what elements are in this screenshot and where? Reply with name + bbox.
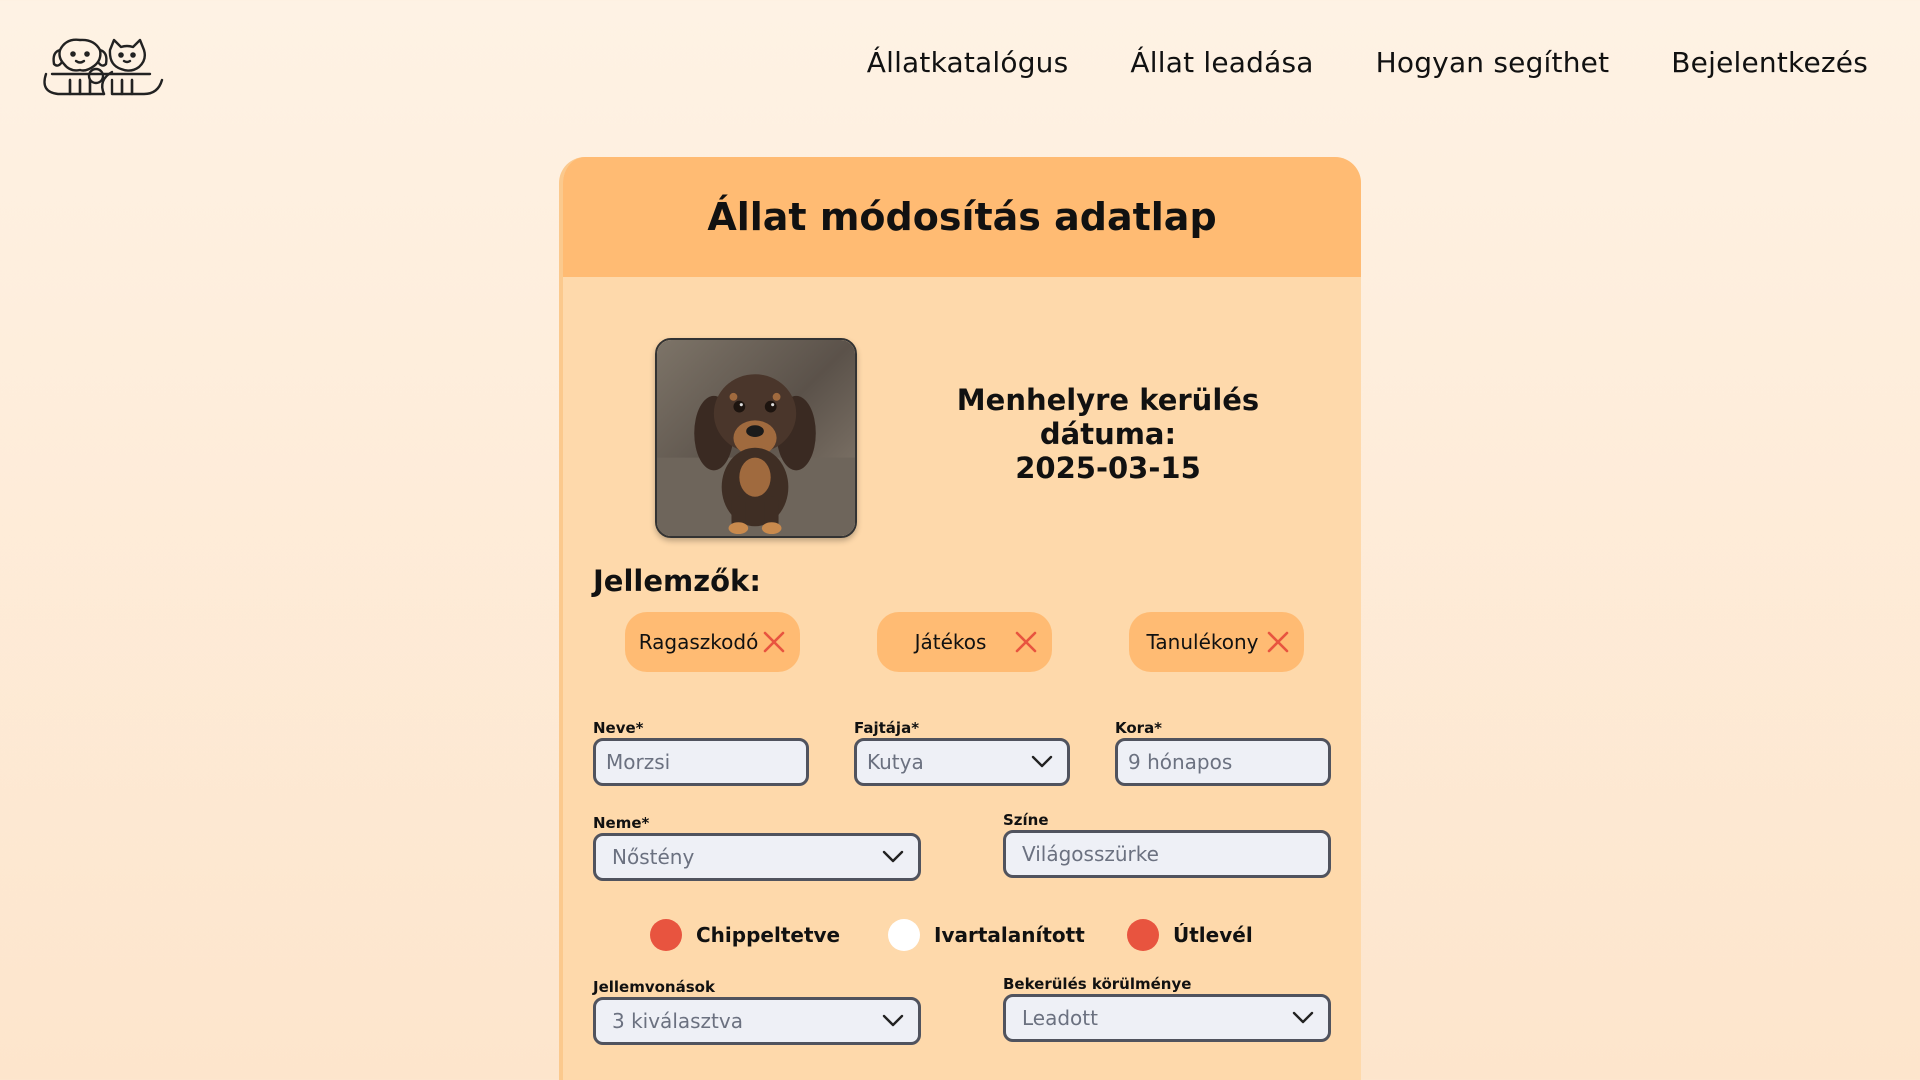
intake-date-value: 2025-03-15 — [1015, 451, 1201, 485]
age-label: Kora* — [1115, 719, 1163, 737]
intake-circumstance-value: Leadott — [1022, 1006, 1098, 1030]
color-value: Világosszürke — [1022, 842, 1159, 866]
animal-edit-card: Állat módosítás adatlap Menhelyre kerülé… — [559, 157, 1361, 1080]
species-value: Kutya — [867, 750, 924, 774]
intake-date-label: Menhelyre kerülés dátuma: — [956, 383, 1260, 451]
chipped-toggle[interactable] — [650, 919, 682, 951]
trait-chip-label: Játékos — [914, 630, 987, 654]
trait-chip-label: Tanulékony — [1146, 630, 1259, 654]
nav-catalog[interactable]: Állatkatalógus — [867, 46, 1069, 79]
name-field[interactable]: Morzsi — [593, 738, 809, 786]
main-nav: Állatkatalógus Állat leadása Hogyan segí… — [867, 46, 1868, 79]
sex-label: Neme* — [593, 814, 650, 832]
age-field[interactable]: 9 hónapos — [1115, 738, 1331, 786]
passport-toggle[interactable] — [1127, 919, 1159, 951]
species-label: Fajtája* — [854, 719, 920, 737]
intake-circumstance-select[interactable]: Leadott — [1003, 994, 1331, 1042]
traits-heading: Jellemzők: — [593, 564, 761, 598]
logo[interactable] — [38, 30, 166, 96]
flag-neutered[interactable]: Ivartalanított — [888, 919, 1085, 951]
close-icon[interactable] — [762, 630, 786, 654]
flag-label: Útlevél — [1173, 923, 1253, 947]
dog-cat-logo-icon — [43, 38, 164, 96]
close-icon[interactable] — [1014, 630, 1038, 654]
sex-value: Nőstény — [612, 845, 695, 869]
close-icon[interactable] — [1266, 630, 1290, 654]
chevron-down-icon — [882, 850, 904, 863]
trait-chip: Játékos — [877, 612, 1052, 672]
animal-photo[interactable] — [655, 338, 857, 538]
flag-chipped[interactable]: Chippeltetve — [650, 919, 840, 951]
card-header: Állat módosítás adatlap — [563, 157, 1361, 277]
name-value: Morzsi — [606, 750, 671, 774]
name-label: Neve* — [593, 719, 644, 737]
dog-photo-image — [657, 340, 855, 536]
intake-date-block: Menhelyre kerülés dátuma: 2025-03-15 — [893, 383, 1323, 485]
chevron-down-icon — [1031, 755, 1053, 768]
intake-circumstance-label: Bekerülés körülménye — [1003, 975, 1192, 993]
chevron-down-icon — [882, 1014, 904, 1027]
flag-label: Chippeltetve — [696, 923, 841, 947]
age-value: 9 hónapos — [1128, 750, 1233, 774]
trait-chip: Tanulékony — [1129, 612, 1304, 672]
neutered-toggle[interactable] — [888, 919, 920, 951]
nav-login[interactable]: Bejelentkezés — [1671, 46, 1868, 79]
sex-select[interactable]: Nőstény — [593, 833, 921, 881]
trait-chip: Ragaszkodó — [625, 612, 800, 672]
traits-select-value: 3 kiválasztva — [612, 1009, 743, 1033]
chevron-down-icon — [1292, 1011, 1314, 1024]
nav-help[interactable]: Hogyan segíthet — [1376, 46, 1610, 79]
species-select[interactable]: Kutya — [854, 738, 1070, 786]
flag-passport[interactable]: Útlevél — [1127, 919, 1253, 951]
color-label: Színe — [1003, 811, 1049, 829]
color-field[interactable]: Világosszürke — [1003, 830, 1331, 878]
flag-label: Ivartalanított — [934, 923, 1085, 947]
traits-select[interactable]: 3 kiválasztva — [593, 997, 921, 1045]
trait-chip-label: Ragaszkodó — [638, 630, 759, 654]
page-title: Állat módosítás adatlap — [707, 195, 1217, 239]
traits-select-label: Jellemvonások — [593, 978, 715, 996]
nav-surrender[interactable]: Állat leadása — [1130, 46, 1313, 79]
